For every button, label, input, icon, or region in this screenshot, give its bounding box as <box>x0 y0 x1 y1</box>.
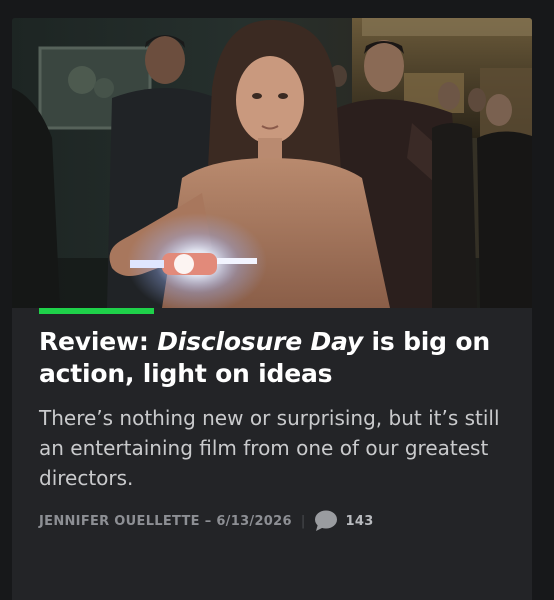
date-separator: – <box>199 513 217 529</box>
article-headline[interactable]: Review: Disclosure Day is big on action,… <box>39 326 509 390</box>
hero-image[interactable] <box>12 18 532 308</box>
article-byline: JENNIFER OUELLETTE – 6/13/2026 | 143 <box>39 508 374 534</box>
comments-link[interactable]: 143 <box>314 510 374 532</box>
meta-separator: | <box>300 513 306 529</box>
article-card[interactable]: Review: Disclosure Day is big on action,… <box>12 18 532 600</box>
author-name[interactable]: JENNIFER OUELLETTE <box>39 514 200 529</box>
article-dek: There’s nothing new or surprising, but i… <box>39 406 500 490</box>
category-accent-bar <box>39 308 154 314</box>
publish-date: 6/13/2026 <box>216 513 292 529</box>
speech-bubble-icon <box>314 510 338 532</box>
headline-film-title: Disclosure Day <box>157 327 364 356</box>
comment-count: 143 <box>345 513 374 529</box>
headline-prefix: Review: <box>39 327 158 356</box>
